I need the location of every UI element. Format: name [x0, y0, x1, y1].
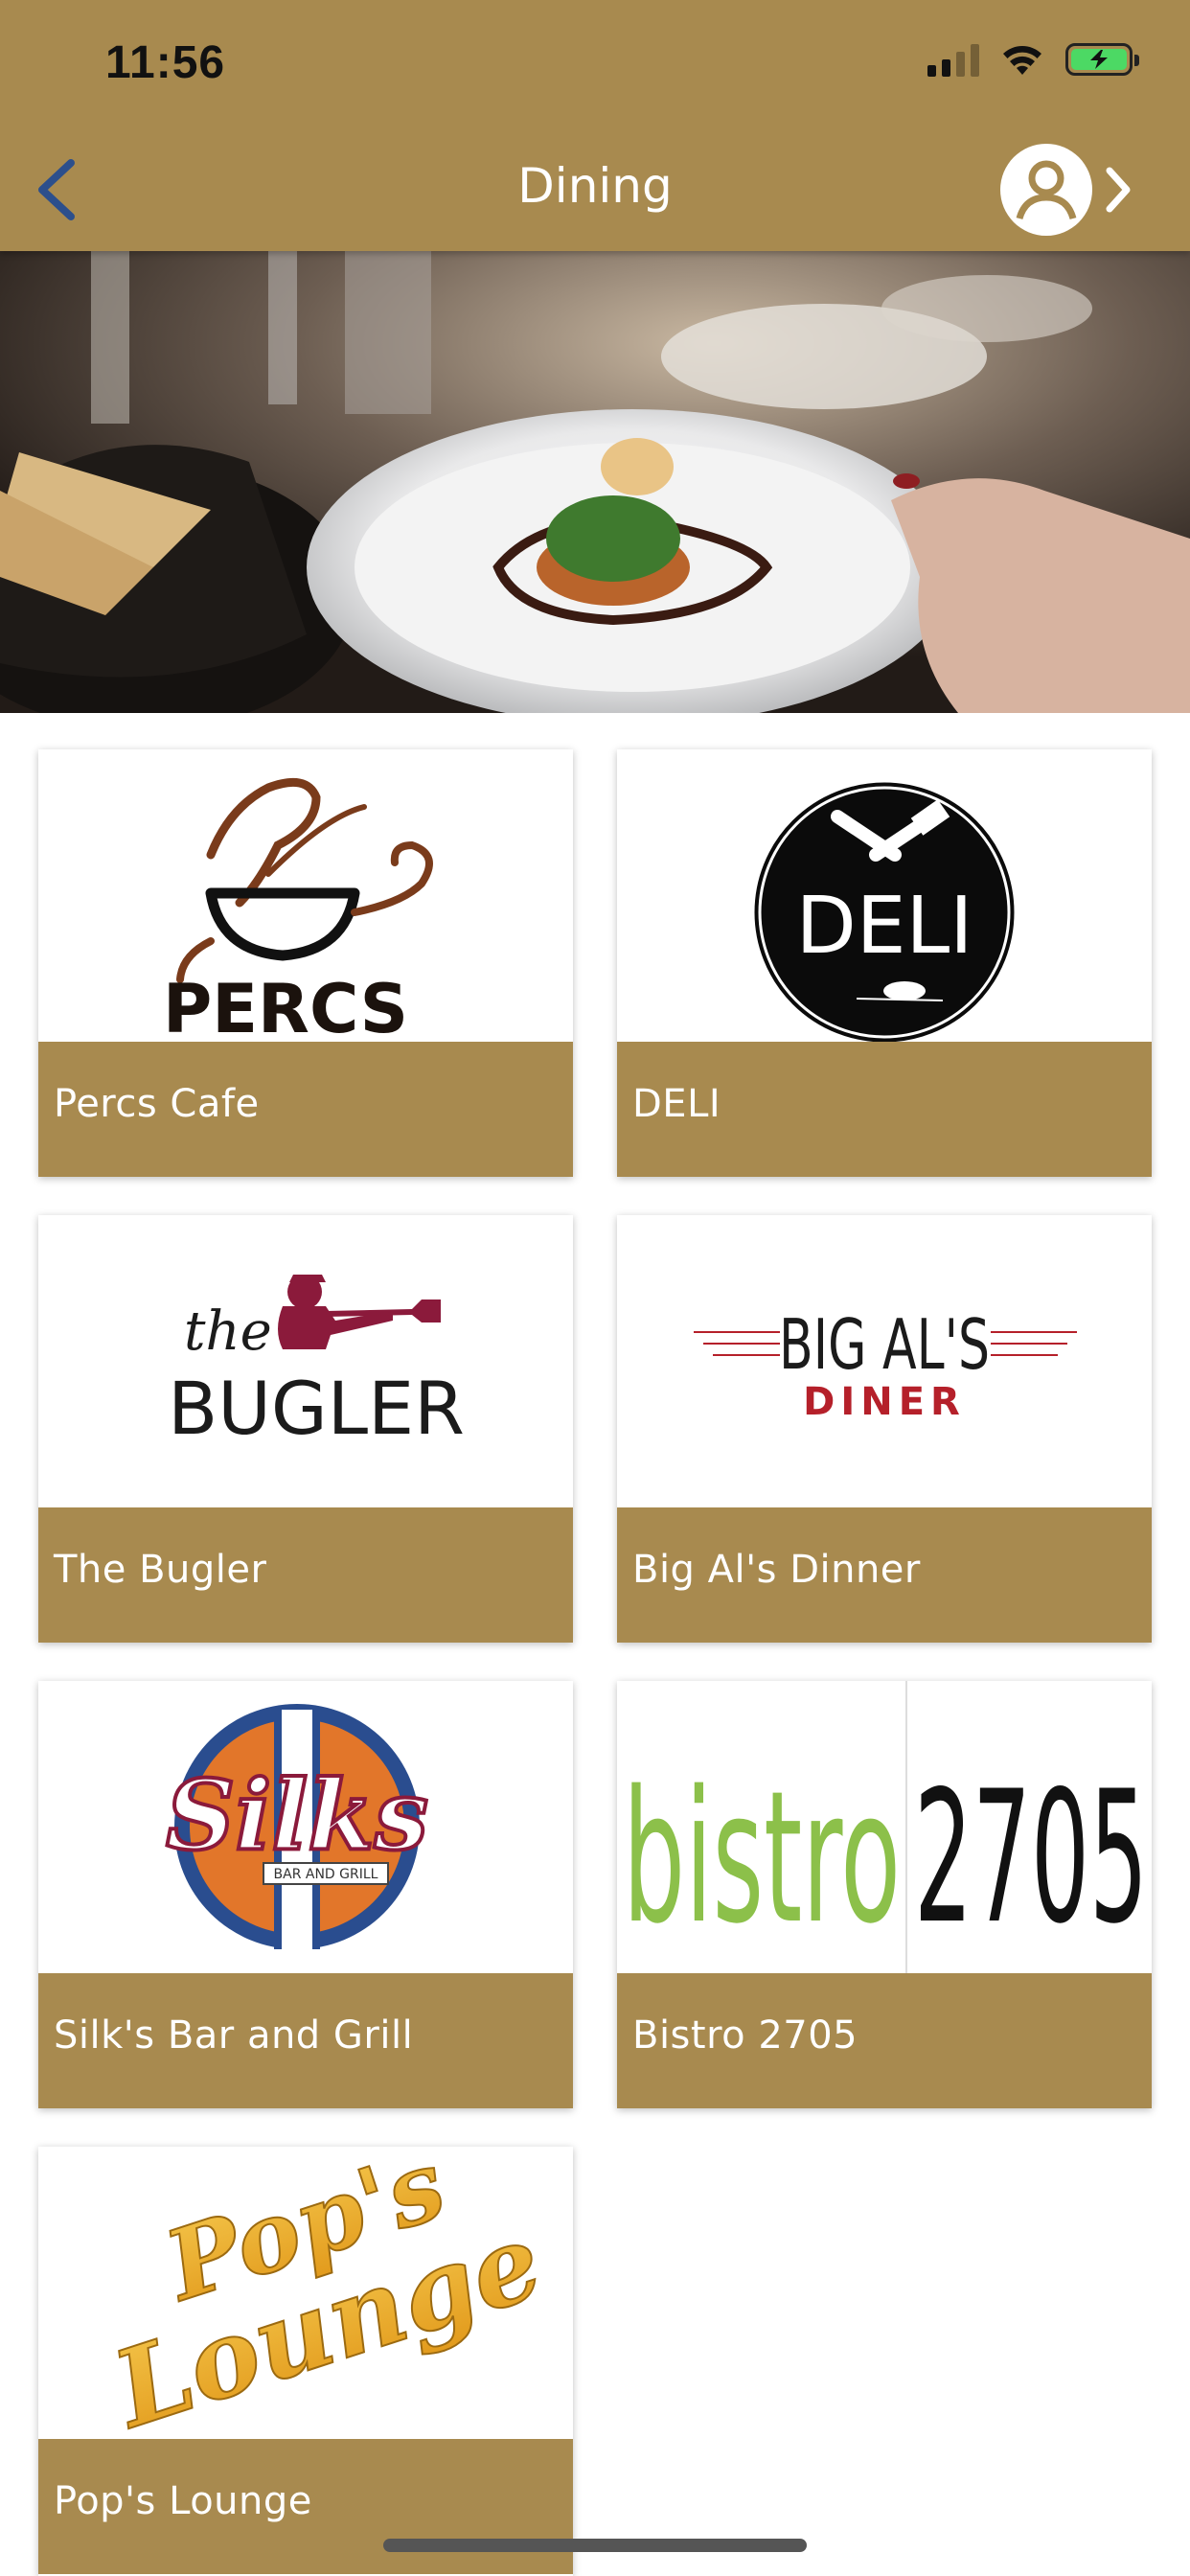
restaurant-card-silks[interactable]: Silks BAR AND GRILL Silk's Bar and Grill: [38, 1681, 573, 2108]
bistro-logo-text: bistro: [623, 1752, 901, 1964]
bugler-logo-text: BUGLER: [168, 1366, 465, 1451]
restaurant-name: Bistro 2705: [632, 2013, 858, 2058]
bugler-logo: the BUGLER: [38, 1215, 573, 1507]
restaurant-card-big-als[interactable]: BIG AL'S DINER Big Al's Dinner: [617, 1215, 1152, 1643]
restaurant-card-the-bugler[interactable]: the BUGLER The Bugler: [38, 1215, 573, 1643]
restaurant-name: DELI: [632, 1082, 721, 1126]
restaurant-name: Pop's Lounge: [54, 2479, 312, 2523]
battery-charging-icon: [1065, 43, 1139, 76]
percs-logo-text: PERCS: [163, 970, 408, 1042]
deli-logo: DELI: [617, 749, 1152, 1042]
pops-lounge-logo: Pop's Lounge: [38, 2147, 573, 2439]
silks-logo: Silks BAR AND GRILL: [38, 1681, 573, 1973]
big-als-logo-text: BIG AL'S: [779, 1304, 990, 1385]
percs-logo: PERCS: [38, 749, 573, 1042]
wifi-icon: [1003, 46, 1041, 75]
restaurant-name: Big Al's Dinner: [632, 1548, 921, 1592]
restaurant-name: Silk's Bar and Grill: [54, 2013, 414, 2058]
status-icons: [927, 42, 1139, 77]
silks-logo-text: Silks: [166, 1759, 428, 1872]
bistro-logo: bistro 2705: [617, 1681, 1152, 1973]
chevron-right-icon: [1106, 167, 1131, 213]
home-indicator[interactable]: [383, 2539, 807, 2552]
status-time: 11:56: [105, 37, 226, 88]
big-als-logo-subtext: DINER: [803, 1380, 966, 1424]
restaurant-card-deli[interactable]: DELI DELI: [617, 749, 1152, 1177]
restaurant-name: Percs Cafe: [54, 1082, 260, 1126]
deli-logo-text: DELI: [796, 881, 973, 972]
silks-logo-subtext: BAR AND GRILL: [274, 1867, 378, 1882]
hero-image: [0, 251, 1190, 713]
navigation-header: 11:56 Dining: [0, 0, 1190, 251]
restaurant-plate-photo: [0, 251, 1190, 713]
user-circle-icon: [1000, 144, 1092, 236]
bugler-logo-script: the: [184, 1300, 272, 1363]
restaurant-card-percs-cafe[interactable]: PERCS Percs Cafe: [38, 749, 573, 1177]
restaurant-card-bistro-2705[interactable]: bistro 2705 Bistro 2705: [617, 1681, 1152, 2108]
big-als-logo: BIG AL'S DINER: [617, 1215, 1152, 1507]
restaurant-card-pops-lounge[interactable]: Pop's Lounge Pop's Lounge: [38, 2147, 573, 2576]
bistro-logo-number: 2705: [914, 1752, 1148, 1964]
restaurant-name: The Bugler: [54, 1548, 267, 1592]
profile-button[interactable]: [996, 140, 1140, 240]
cellular-signal-icon: [927, 42, 979, 77]
